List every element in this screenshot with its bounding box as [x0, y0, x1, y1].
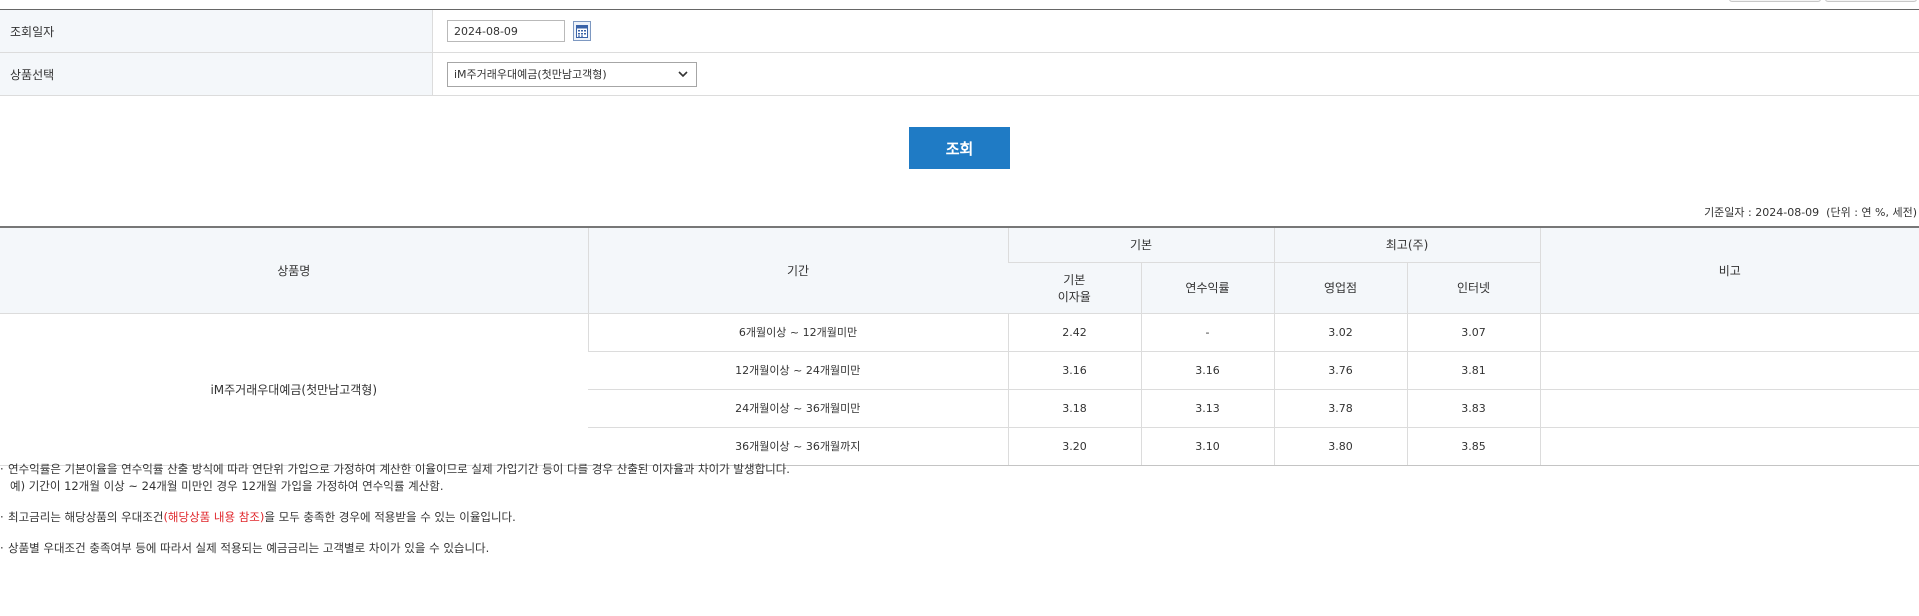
- internet-rate-cell: 3.07: [1406, 313, 1541, 352]
- period-cell: 12개월이상 ~ 24개월미만: [588, 351, 1008, 390]
- basic-rate-cell: 2.42: [1007, 313, 1141, 352]
- header-max: 최고(주): [1273, 226, 1541, 263]
- note-max-rate-after: 을 모두 충족한 경우에 적용받을 수 있는 이율입니다.: [264, 510, 516, 524]
- date-row: 조회일자: [0, 10, 1919, 53]
- internet-rate-cell: 3.83: [1406, 389, 1541, 428]
- top-tab-left[interactable]: [1729, 0, 1821, 2]
- inquiry-button[interactable]: 조회: [909, 127, 1010, 169]
- header-internet: 인터넷: [1406, 262, 1541, 314]
- remarks-cell: [1539, 389, 1919, 428]
- header-basic-rate-line1: 기본: [1063, 272, 1086, 287]
- product-select[interactable]: iM주거래우대예금(첫만남고객형): [447, 61, 697, 87]
- table-row: iM주거래우대예금(첫만남고객형) 6개월이상 ~ 12개월미만 2.42 - …: [0, 313, 1919, 466]
- product-cell: iM주거래우대예금(첫만남고객형): [432, 52, 1919, 96]
- basic-rate-cell: 3.16: [1007, 351, 1141, 390]
- header-period: 기간: [587, 226, 1008, 314]
- remarks-cell: [1539, 427, 1919, 466]
- product-row: 상품선택 iM주거래우대예금(첫만남고객형): [0, 52, 1919, 96]
- branch-rate-cell: 3.02: [1273, 313, 1407, 352]
- remarks-cell: [1539, 313, 1919, 352]
- note-max-rate-before: 최고금리는 해당상품의 우대조건: [8, 510, 164, 524]
- note-max-rate-link[interactable]: (해당상품 내용 참조): [163, 510, 264, 524]
- annual-yield-cell: 3.10: [1140, 427, 1274, 466]
- note-annual-yield-example: 예) 기간이 12개월 이상 ~ 24개월 미만인 경우 12개월 가입을 가정…: [10, 479, 444, 493]
- header-annual-yield: 연수익률: [1140, 262, 1274, 314]
- calendar-button[interactable]: [572, 21, 591, 41]
- product-select-value: iM주거래우대예금(첫만남고객형): [454, 67, 607, 81]
- branch-rate-cell: 3.76: [1273, 351, 1407, 390]
- top-tab-right[interactable]: [1825, 0, 1917, 2]
- notes: 연수익률은 기본이율을 연수익률 산출 방식에 따라 연단위 가입으로 가정하여…: [0, 461, 790, 557]
- chevron-down-icon: [678, 70, 688, 77]
- header-basic-rate-line2: 이자율: [1057, 289, 1091, 304]
- remarks-cell: [1539, 351, 1919, 390]
- header-product-name: 상품명: [0, 226, 588, 314]
- period-cell: 24개월이상 ~ 36개월미만: [588, 389, 1008, 428]
- rate-table: 상품명 기간 기본 최고(주) 비고 기본 이자율 연수익률 영업점 인터넷 i…: [0, 226, 1919, 466]
- search-form: 조회일자 상품선택 iM주거래우대예금(첫만남고객형): [0, 10, 1919, 96]
- header-branch: 영업점: [1273, 262, 1407, 314]
- basic-rate-cell: 3.20: [1007, 427, 1141, 466]
- period-cell: 6개월이상 ~ 12개월미만: [587, 313, 1008, 352]
- date-input[interactable]: [447, 20, 565, 42]
- basic-rate-cell: 3.18: [1007, 389, 1141, 428]
- annual-yield-cell: 3.16: [1140, 351, 1274, 390]
- internet-rate-cell: 3.85: [1406, 427, 1541, 466]
- annual-yield-cell: 3.13: [1140, 389, 1274, 428]
- branch-rate-cell: 3.78: [1273, 389, 1407, 428]
- note-max-rate: 최고금리는 해당상품의 우대조건(해당상품 내용 참조)을 모두 충족한 경우에…: [0, 509, 790, 526]
- date-cell: [432, 10, 1919, 53]
- calendar-icon: [575, 25, 588, 38]
- header-remarks: 비고: [1539, 226, 1919, 314]
- base-date-info: 기준일자 : 2024-08-09 (단위 : 연 %, 세전): [1704, 206, 1917, 219]
- internet-rate-cell: 3.81: [1406, 351, 1541, 390]
- date-label: 조회일자: [0, 10, 433, 53]
- product-name-cell: iM주거래우대예금(첫만남고객형): [0, 313, 588, 466]
- product-label: 상품선택: [0, 52, 433, 96]
- header-basic: 기본: [1007, 226, 1274, 263]
- period-cell: 36개월이상 ~ 36개월까지: [588, 427, 1008, 466]
- note-customer-rate: 상품별 우대조건 충족여부 등에 따라서 실제 적용되는 예금금리는 고객별로 …: [0, 540, 790, 557]
- annual-yield-cell: -: [1140, 313, 1274, 352]
- header-basic-rate: 기본 이자율: [1008, 262, 1141, 314]
- branch-rate-cell: 3.80: [1273, 427, 1407, 466]
- note-annual-yield: 연수익률은 기본이율을 연수익률 산출 방식에 따라 연단위 가입으로 가정하여…: [0, 461, 790, 478]
